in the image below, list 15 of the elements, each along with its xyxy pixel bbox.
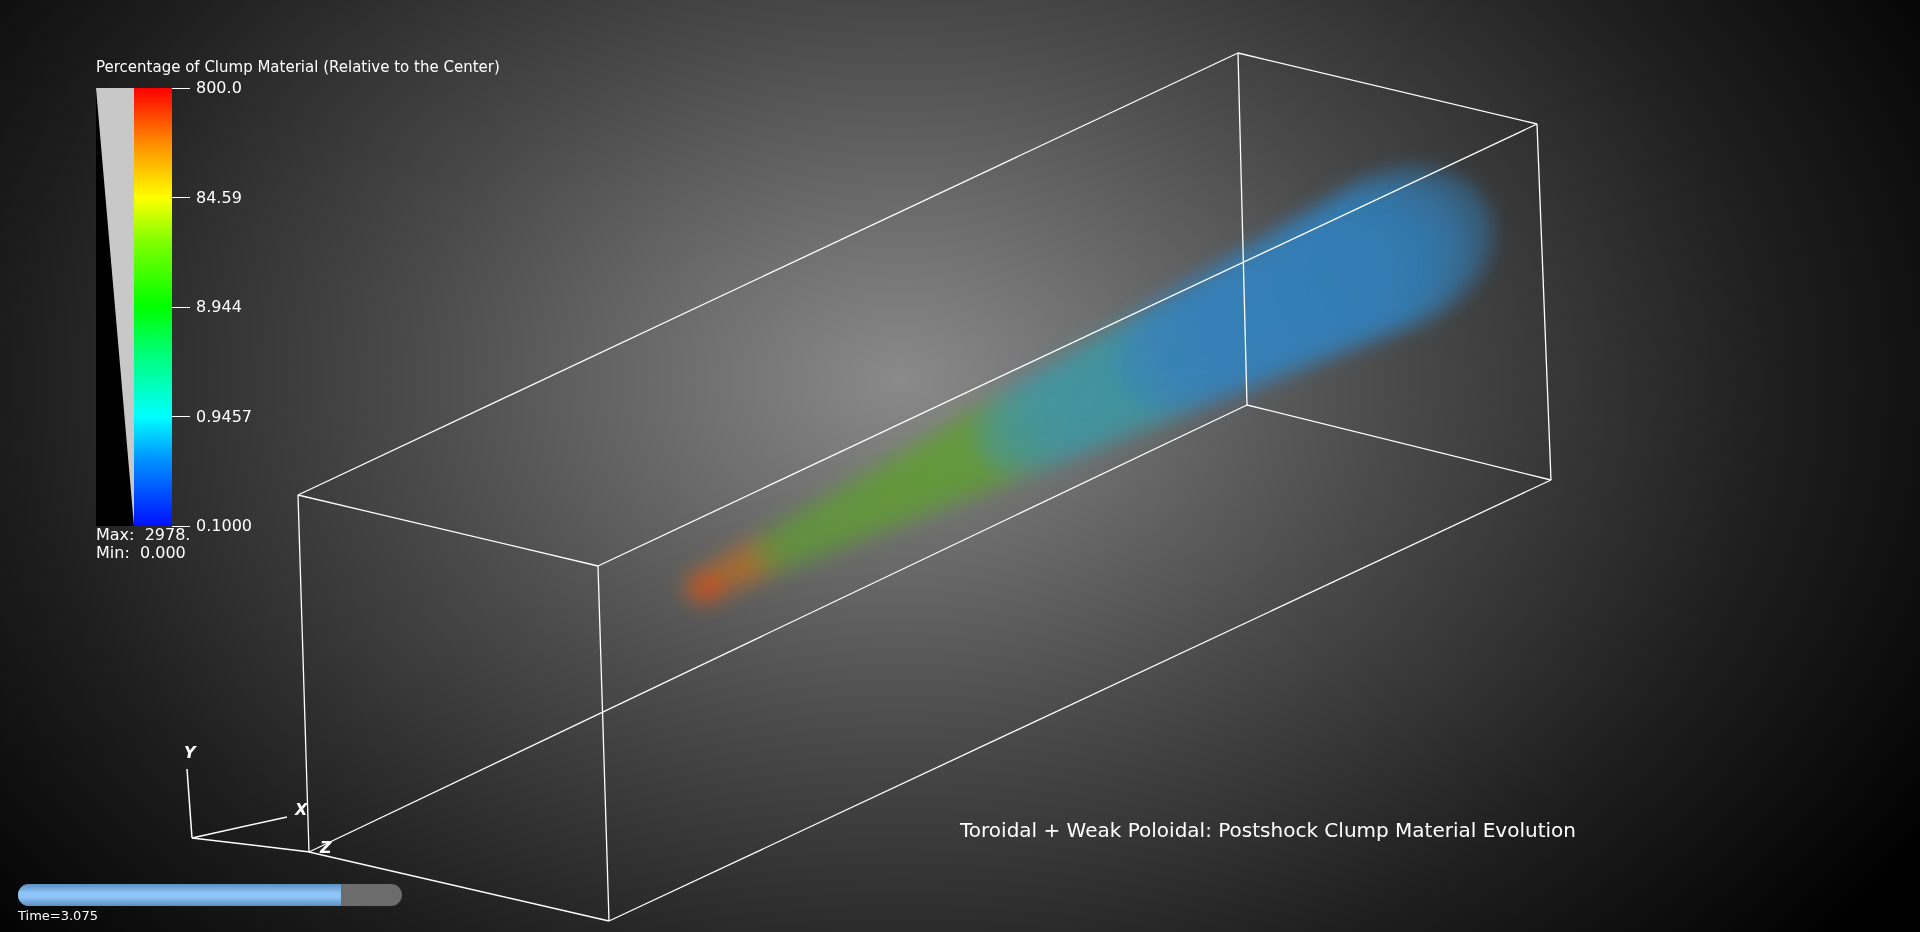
scale-tick-label: 800.0 bbox=[196, 80, 242, 96]
legend-title: Percentage of Clump Material (Relative to the Center) bbox=[96, 58, 500, 76]
z-axis-label: Z bbox=[320, 838, 332, 857]
time-label: Time=3.075 bbox=[18, 908, 99, 923]
scale-tick-label: 8.944 bbox=[196, 299, 242, 315]
min-value: Min: 0.000 bbox=[96, 543, 187, 562]
y-axis-label: Y bbox=[184, 743, 196, 762]
opacity-ramp-icon bbox=[96, 88, 134, 526]
scale-tick-label: 0.9457 bbox=[196, 408, 252, 425]
scale-tick-label: 84.59 bbox=[196, 189, 242, 206]
time-slider[interactable] bbox=[18, 884, 402, 906]
x-axis-label: X bbox=[295, 800, 308, 819]
max-value: Max: 2978. bbox=[96, 526, 192, 544]
plot-caption: Toroidal + Weak Poloidal: Postshock Clump Material Evolution bbox=[960, 818, 1576, 842]
scale-tick-label: 0.1000 bbox=[196, 518, 252, 534]
